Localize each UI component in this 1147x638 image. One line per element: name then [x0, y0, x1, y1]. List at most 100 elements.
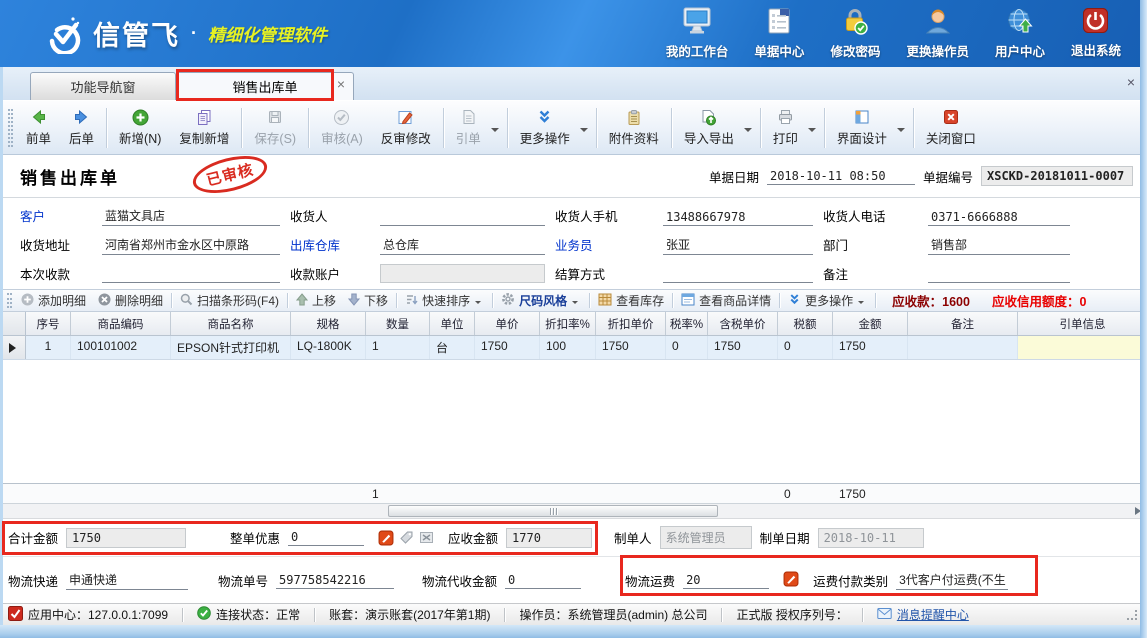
table-row[interactable]: 1 100101002 EPSON针式打印机 LQ-1800K 1 台 1750… [0, 336, 1147, 360]
edit-discount-icon[interactable] [378, 530, 394, 546]
add-detail-button[interactable]: 添加明细 [15, 292, 92, 309]
tab-sales-outbound[interactable]: 销售出库单 × [176, 72, 354, 100]
attachment-button[interactable]: 附件资料 [600, 105, 668, 150]
col-header-tax[interactable]: 税额 [778, 312, 833, 335]
col-header-taxed-price[interactable]: 含税单价 [708, 312, 778, 335]
scrollbar-thumb[interactable] [388, 505, 718, 517]
freight-pay-type-field[interactable]: 3代客户付运费(不生 [896, 570, 1008, 590]
copy-add-button[interactable]: 复制新增 [170, 105, 238, 150]
nav-user-center[interactable]: 用户中心 [995, 7, 1045, 60]
col-header-tax-rate[interactable]: 税率% [666, 312, 708, 335]
grid-toolbar-drag-handle[interactable] [7, 293, 12, 308]
print-dropdown-caret[interactable] [808, 128, 816, 136]
col-header-spec[interactable]: 规格 [291, 312, 366, 335]
salesman-label[interactable]: 业务员 [555, 235, 653, 255]
quick-sort-dropdown-caret[interactable] [475, 301, 481, 307]
receiver-phone-field[interactable]: 0371-6666888 [928, 209, 1070, 226]
discount-field[interactable]: 0 [288, 529, 364, 546]
remark-field[interactable] [928, 266, 1070, 283]
express-field[interactable]: 申通快递 [66, 570, 188, 590]
price-tag-icon[interactable] [399, 530, 414, 545]
cell-ref-info[interactable] [1018, 336, 1147, 359]
grid-empty-area[interactable] [0, 360, 1147, 483]
tracking-no-field[interactable]: 597758542216 [276, 572, 394, 589]
tabstrip-close-icon[interactable]: × [1127, 75, 1135, 89]
cell-unit[interactable]: 台 [430, 336, 475, 359]
settle-field[interactable] [663, 266, 813, 283]
col-header-seq[interactable]: 序号 [26, 312, 71, 335]
freight-field[interactable]: 20 [683, 572, 769, 589]
tab-close-icon[interactable]: × [337, 77, 345, 91]
nav-workbench[interactable]: 我的工作台 [666, 7, 729, 60]
dept-field[interactable]: 销售部 [928, 235, 1070, 255]
col-header-discount-rate[interactable]: 折扣率% [540, 312, 596, 335]
size-style-dropdown-caret[interactable] [572, 301, 578, 307]
cell-price[interactable]: 1750 [475, 336, 540, 359]
grid-more-dropdown-caret[interactable] [858, 301, 864, 307]
warehouse-label[interactable]: 出库仓库 [290, 235, 370, 255]
cell-tax-rate[interactable]: 0 [666, 336, 708, 359]
col-header-name[interactable]: 商品名称 [171, 312, 291, 335]
cell-seq[interactable]: 1 [26, 336, 71, 359]
more-actions-button[interactable]: 更多操作 [511, 105, 579, 150]
col-header-remark[interactable]: 备注 [908, 312, 1018, 335]
cell-name[interactable]: EPSON针式打印机 [171, 336, 291, 359]
quick-sort-button[interactable]: 快速排序 [399, 292, 490, 309]
col-header-code[interactable]: 商品编码 [71, 312, 171, 335]
edit-freight-icon[interactable] [783, 571, 799, 590]
address-field[interactable]: 河南省郑州市金水区中原路 [102, 235, 280, 255]
customer-label[interactable]: 客户 [20, 206, 92, 226]
col-header-qty[interactable]: 数量 [366, 312, 430, 335]
cell-taxed-price[interactable]: 1750 [708, 336, 778, 359]
nav-switch-operator[interactable]: 更换操作员 [906, 7, 969, 60]
warehouse-field[interactable]: 总仓库 [380, 235, 545, 255]
salesman-field[interactable]: 张亚 [663, 235, 813, 255]
ref-doc-dropdown-caret[interactable] [491, 128, 499, 136]
next-doc-button[interactable]: 后单 [60, 105, 103, 150]
receiver-mobile-field[interactable]: 13488667978 [663, 209, 813, 226]
cell-tax[interactable]: 0 [778, 336, 833, 359]
col-header-amount[interactable]: 金额 [833, 312, 908, 335]
payment-field[interactable] [102, 266, 280, 283]
move-up-button[interactable]: 上移 [290, 292, 342, 309]
customer-field[interactable]: 蓝猫文具店 [102, 206, 280, 226]
tab-nav-window[interactable]: 功能导航窗 [30, 72, 176, 100]
cell-discount-rate[interactable]: 100 [540, 336, 596, 359]
view-product-detail-button[interactable]: 查看商品详情 [675, 292, 777, 309]
toolbar-drag-handle[interactable] [8, 109, 13, 147]
view-stock-button[interactable]: 查看库存 [592, 292, 670, 309]
col-header-price[interactable]: 单价 [475, 312, 540, 335]
scan-barcode-button[interactable]: 扫描条形码(F4) [174, 292, 285, 309]
col-header-ref-info[interactable]: 引单信息 [1018, 312, 1147, 335]
nav-exit[interactable]: 退出系统 [1071, 7, 1121, 60]
cell-code[interactable]: 100101002 [71, 336, 171, 359]
ui-design-dropdown-caret[interactable] [897, 128, 905, 136]
cell-remark[interactable] [908, 336, 1018, 359]
ui-design-button[interactable]: 界面设计 [828, 105, 896, 150]
nav-doc-center[interactable]: 单据中心 [754, 7, 804, 60]
import-export-dropdown-caret[interactable] [744, 128, 752, 136]
more-actions-dropdown-caret[interactable] [580, 128, 588, 136]
row-selector-cell[interactable] [0, 336, 26, 359]
delete-detail-button[interactable]: 删除明细 [92, 292, 169, 309]
message-center-link[interactable]: 消息提醒中心 [897, 606, 969, 623]
doc-date-field[interactable]: 2018-10-11 08:50 [767, 168, 915, 185]
move-down-button[interactable]: 下移 [342, 292, 394, 309]
col-header-discount-price[interactable]: 折扣单价 [596, 312, 666, 335]
discount-clear-icon[interactable] [419, 530, 434, 545]
cod-amount-field[interactable]: 0 [505, 572, 581, 589]
unaudit-button[interactable]: 反审修改 [372, 105, 440, 150]
import-export-button[interactable]: 导入导出 [675, 105, 743, 150]
resize-grip[interactable] [1127, 610, 1137, 620]
prev-doc-button[interactable]: 前单 [17, 105, 60, 150]
cell-qty[interactable]: 1 [366, 336, 430, 359]
col-header-unit[interactable]: 单位 [430, 312, 475, 335]
size-style-button[interactable]: 尺码风格 [495, 292, 587, 309]
print-button[interactable]: 打印 [764, 105, 807, 150]
cell-amount[interactable]: 1750 [833, 336, 908, 359]
grid-more-actions-button[interactable]: 更多操作 [782, 292, 873, 309]
close-window-button[interactable]: 关闭窗口 [917, 105, 985, 150]
cell-spec[interactable]: LQ-1800K [291, 336, 366, 359]
nav-change-password[interactable]: 修改密码 [830, 7, 880, 60]
receiver-field[interactable] [380, 209, 545, 226]
